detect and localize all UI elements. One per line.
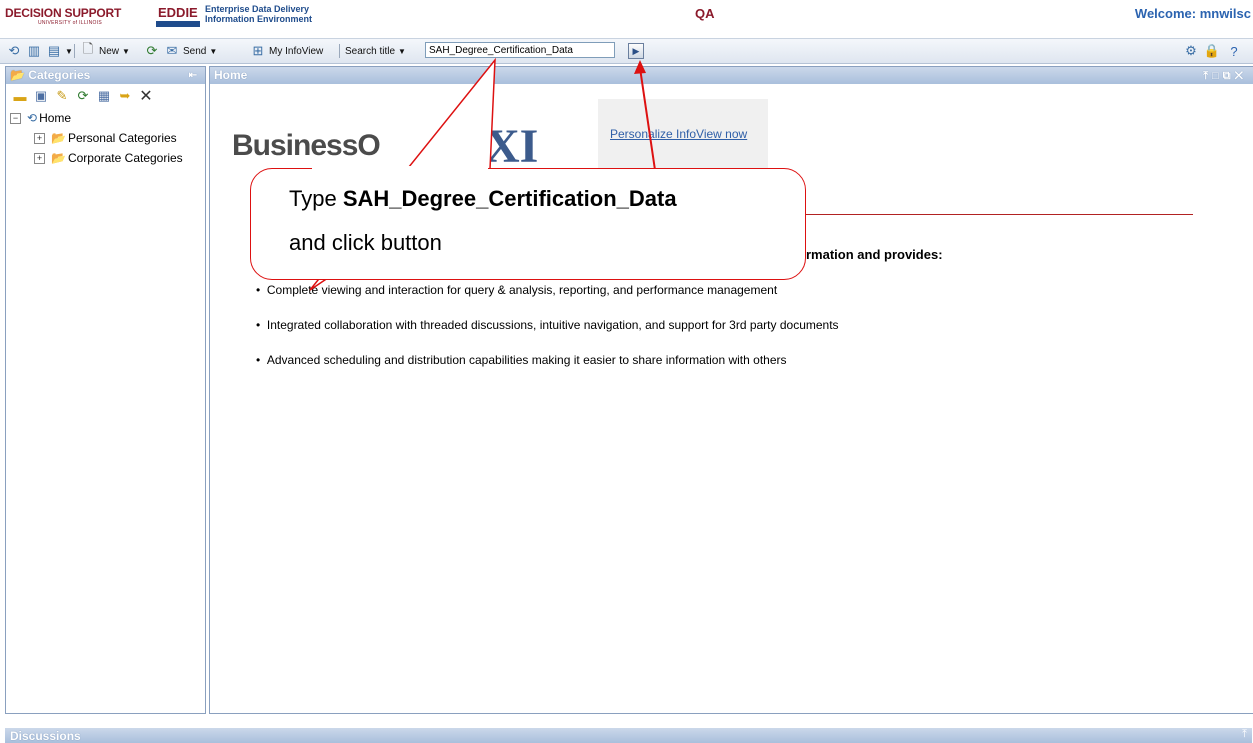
callout-pointers xyxy=(309,57,656,291)
callout-join xyxy=(312,166,488,171)
instruction-callout xyxy=(250,168,806,280)
callout-line1: Type SAH_Degree_Certification_Data xyxy=(289,186,677,211)
arrow-to-button xyxy=(639,67,656,171)
callout-line2: and click button xyxy=(289,230,442,255)
arrow-head xyxy=(634,60,646,74)
